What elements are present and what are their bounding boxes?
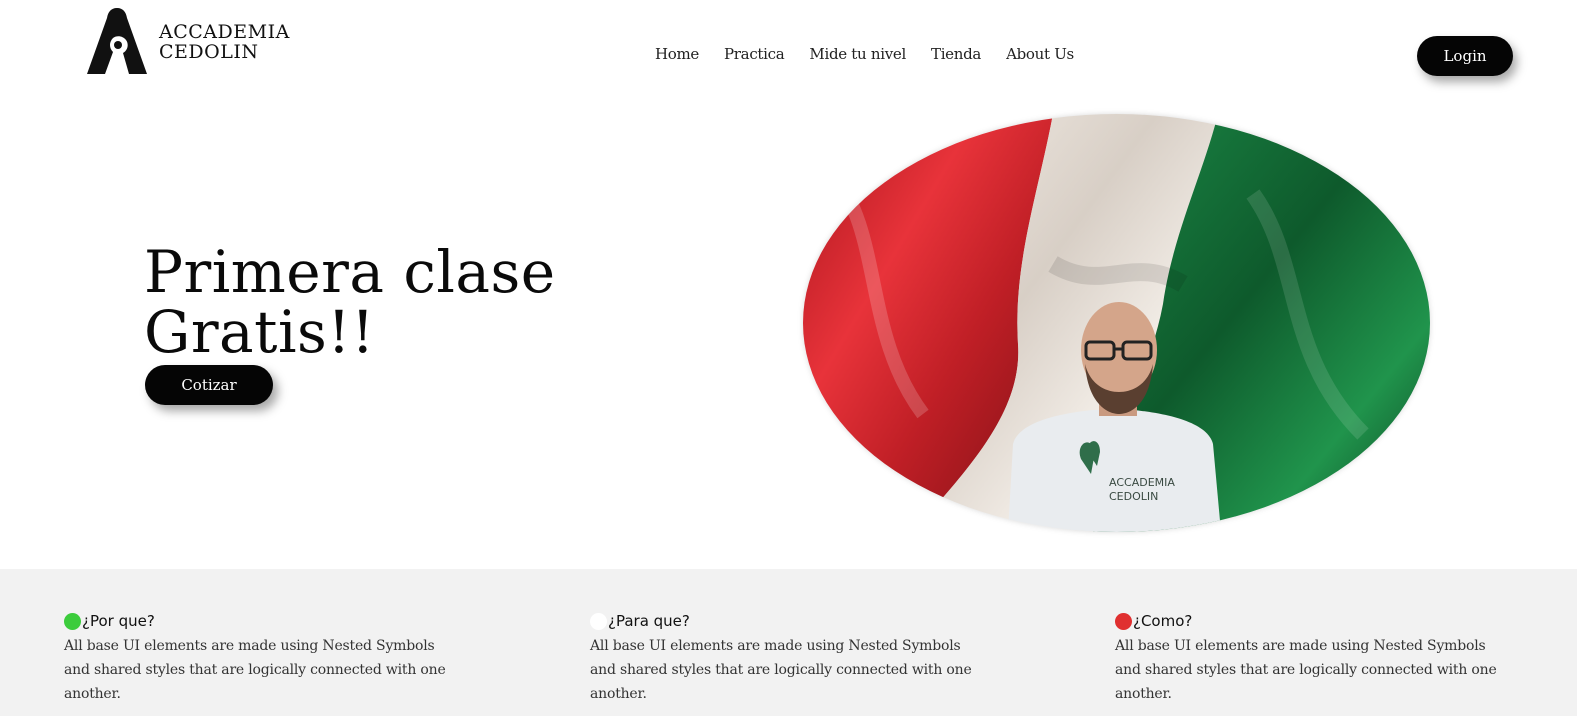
white-dot-icon xyxy=(590,612,607,630)
hero-title: Primera clase Gratis!! xyxy=(144,242,556,362)
feature-description: All base UI elements are made using Nest… xyxy=(64,638,446,702)
green-dot-icon xyxy=(64,612,81,630)
feature-description: All base UI elements are made using Nest… xyxy=(1115,638,1497,702)
feature-title: ¿Por que? xyxy=(82,612,155,630)
feature-description: All base UI elements are made using Nest… xyxy=(590,638,972,702)
feature-como: ¿Como? All base UI elements are made usi… xyxy=(1115,612,1515,706)
nav-item-home[interactable]: Home xyxy=(655,45,699,63)
brand-name: ACCADEMIA CEDOLIN xyxy=(159,22,290,62)
feature-heading: ¿Para que? xyxy=(590,612,990,630)
logo-icon xyxy=(87,8,147,74)
nav-item-practica[interactable]: Practica xyxy=(724,45,785,63)
hero-title-line2: Gratis!! xyxy=(144,298,375,366)
feature-title: ¿Para que? xyxy=(608,612,690,630)
main-nav: Home Practica Mide tu nivel Tienda About… xyxy=(655,45,1099,63)
brand-logo[interactable]: ACCADEMIA CEDOLIN xyxy=(85,8,290,76)
flag-portrait-illustration: ACCADEMIA CEDOLIN xyxy=(803,114,1430,532)
red-dot-icon xyxy=(1115,612,1132,630)
hero-image: ACCADEMIA CEDOLIN xyxy=(803,114,1430,532)
cotizar-button[interactable]: Cotizar xyxy=(145,365,273,405)
nav-item-mide-tu-nivel[interactable]: Mide tu nivel xyxy=(809,45,906,63)
feature-heading: ¿Como? xyxy=(1115,612,1515,630)
feature-heading: ¿Por que? xyxy=(64,612,464,630)
shirt-text-line1: ACCADEMIA xyxy=(1109,476,1175,489)
site-header: ACCADEMIA CEDOLIN Home Practica Mide tu … xyxy=(0,0,1577,110)
login-button[interactable]: Login xyxy=(1417,36,1513,76)
brand-name-line1: ACCADEMIA xyxy=(159,21,290,43)
feature-title: ¿Como? xyxy=(1133,612,1193,630)
nav-item-about-us[interactable]: About Us xyxy=(1006,45,1074,63)
nav-item-tienda[interactable]: Tienda xyxy=(931,45,981,63)
hero-title-line1: Primera clase xyxy=(144,238,556,306)
brand-name-line2: CEDOLIN xyxy=(159,41,259,63)
feature-para-que: ¿Para que? All base UI elements are made… xyxy=(590,612,990,706)
feature-por-que: ¿Por que? All base UI elements are made … xyxy=(64,612,464,706)
shirt-text-line2: CEDOLIN xyxy=(1109,490,1158,503)
features-section: ¿Por que? All base UI elements are made … xyxy=(0,569,1577,716)
